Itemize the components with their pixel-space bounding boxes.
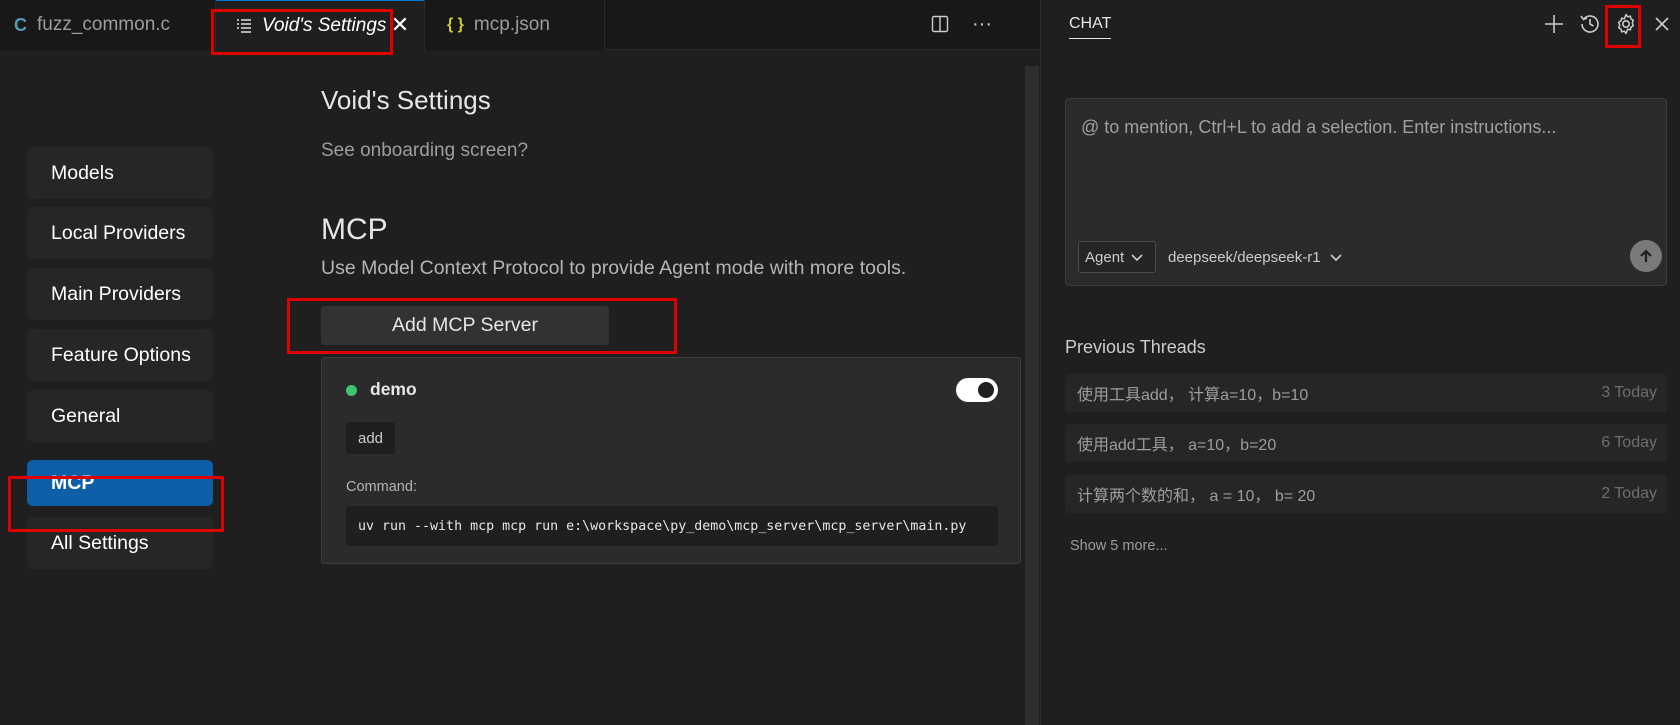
arrow-up-icon bbox=[1640, 249, 1652, 262]
thread-item[interactable]: 计算两个数的和， a = 10， b= 20 2 Today bbox=[1065, 475, 1667, 513]
thread-meta: 2 Today bbox=[1601, 485, 1657, 502]
model-select[interactable]: deepseek/deepseek-r1 bbox=[1168, 241, 1343, 273]
server-enable-toggle[interactable] bbox=[956, 378, 998, 402]
close-icon[interactable] bbox=[1644, 10, 1680, 38]
tab-mcp-json[interactable]: { } mcp.json bbox=[425, 0, 605, 50]
send-button[interactable] bbox=[1630, 240, 1662, 272]
history-icon[interactable] bbox=[1572, 10, 1608, 38]
command-box: uv run --with mcp mcp run e:\workspace\p… bbox=[346, 506, 998, 546]
c-file-icon: C bbox=[14, 14, 27, 35]
command-label: Command: bbox=[346, 479, 417, 495]
tool-chip: add bbox=[346, 422, 396, 454]
mode-select[interactable]: Agent bbox=[1078, 241, 1156, 273]
previous-threads-title: Previous Threads bbox=[1065, 337, 1206, 357]
nav-item-local-providers[interactable]: Local Providers bbox=[27, 207, 213, 259]
mode-label: Agent bbox=[1085, 248, 1125, 266]
vscode-window: C fuzz_common.c Void's Settings ✕ { } mc… bbox=[0, 0, 1680, 725]
mcp-server-card: demo add Command: uv run --with mcp mcp … bbox=[321, 357, 1021, 564]
nav-item-main-providers[interactable]: Main Providers bbox=[27, 268, 213, 320]
chevron-down-icon bbox=[1330, 254, 1342, 262]
thread-title: 计算两个数的和， a = 10， b= 20 bbox=[1077, 488, 1316, 505]
highlight-add-button bbox=[287, 298, 677, 354]
settings-nav: Models Local Providers Main Providers Fe… bbox=[0, 50, 240, 725]
tab-label: fuzz_common.c bbox=[37, 14, 171, 35]
more-actions-icon[interactable]: ··· bbox=[970, 12, 994, 36]
onboarding-link[interactable]: See onboarding screen? bbox=[321, 140, 528, 162]
chat-input[interactable] bbox=[1081, 117, 1641, 138]
model-label: deepseek/deepseek-r1 bbox=[1168, 248, 1321, 266]
chevron-down-icon bbox=[1131, 254, 1143, 262]
settings-panel: Void's Settings See onboarding screen? M… bbox=[240, 50, 1025, 725]
nav-item-models[interactable]: Models bbox=[27, 147, 213, 199]
highlight-settings-tab bbox=[211, 9, 393, 55]
tab-label: mcp.json bbox=[473, 14, 550, 35]
toggle-knob bbox=[978, 382, 994, 398]
vertical-scrollbar[interactable] bbox=[1025, 66, 1039, 725]
chat-panel: CHAT Agent deepseek/deepseek-r1 bbox=[1041, 0, 1680, 725]
page-title: Void's Settings bbox=[321, 85, 491, 115]
thread-meta: 3 Today bbox=[1601, 384, 1657, 401]
thread-title: 使用add工具， a=10，b=20 bbox=[1077, 437, 1277, 454]
server-name: demo bbox=[370, 379, 417, 399]
editor-tab-bar: C fuzz_common.c Void's Settings ✕ { } mc… bbox=[0, 0, 1040, 50]
highlight-settings-gear bbox=[1605, 5, 1641, 48]
split-editor-icon[interactable] bbox=[928, 12, 952, 36]
new-chat-icon[interactable] bbox=[1536, 10, 1572, 38]
thread-title: 使用工具add， 计算a=10，b=10 bbox=[1077, 387, 1309, 404]
thread-item[interactable]: 使用工具add， 计算a=10，b=10 3 Today bbox=[1065, 374, 1667, 412]
chat-tab[interactable]: CHAT bbox=[1069, 15, 1112, 39]
nav-item-general[interactable]: General bbox=[27, 390, 213, 442]
json-file-icon: { } bbox=[447, 16, 464, 33]
nav-item-feature-options[interactable]: Feature Options bbox=[27, 329, 213, 381]
thread-item[interactable]: 使用add工具， a=10，b=20 6 Today bbox=[1065, 424, 1667, 462]
mcp-heading: MCP bbox=[321, 213, 388, 246]
editor-actions: ··· bbox=[928, 12, 994, 36]
thread-meta: 6 Today bbox=[1601, 434, 1657, 451]
chat-composer: Agent deepseek/deepseek-r1 bbox=[1065, 98, 1667, 286]
status-dot bbox=[346, 385, 357, 396]
tab-fuzz-common[interactable]: C fuzz_common.c bbox=[0, 0, 216, 50]
highlight-mcp-nav bbox=[8, 476, 224, 532]
mcp-description: Use Model Context Protocol to provide Ag… bbox=[321, 257, 907, 279]
show-more-link[interactable]: Show 5 more... bbox=[1070, 538, 1168, 554]
